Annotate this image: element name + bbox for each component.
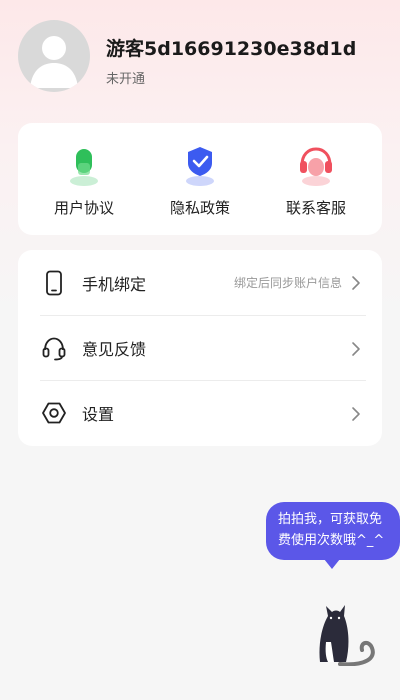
- contact-support-label: 联系客服: [285, 198, 346, 217]
- avatar[interactable]: [18, 20, 90, 92]
- cat-icon[interactable]: [312, 586, 382, 667]
- phone-icon: [40, 269, 68, 297]
- chevron-right-icon: [352, 276, 360, 290]
- chevron-right-icon: [352, 407, 360, 421]
- privacy-policy-label: 隐私政策: [169, 198, 230, 217]
- feedback-label: 意见反馈: [82, 340, 147, 359]
- privacy-policy-button[interactable]: 隐私政策: [150, 141, 250, 218]
- mascot-speech-bubble[interactable]: 拍拍我，可获取免费使用次数哦^_^: [266, 502, 400, 569]
- headphones-icon: [40, 334, 68, 362]
- settings-label: 设置: [82, 405, 115, 424]
- user-agreement-icon: [59, 141, 109, 189]
- membership-status: 未开通: [106, 72, 146, 87]
- phone-binding-hint: 绑定后同步账户信息: [233, 276, 342, 290]
- menu-item-feedback[interactable]: 意见反馈: [40, 315, 366, 380]
- user-agreement-button[interactable]: 用户协议: [34, 141, 134, 218]
- phone-binding-label: 手机绑定: [82, 274, 147, 294]
- user-agreement-label: 用户协议: [53, 198, 114, 217]
- menu-item-phone-binding[interactable]: 手机绑定 绑定后同步账户信息: [40, 250, 366, 315]
- settings-menu-card: 手机绑定 绑定后同步账户信息 意见反馈 设置: [18, 250, 382, 446]
- chevron-right-icon: [352, 342, 360, 356]
- default-avatar-icon: [30, 36, 78, 88]
- profile-header: 游客5d16691230e38d1d 未开通: [18, 20, 388, 96]
- quick-actions-card: 用户协议 隐私政策 联系客服: [18, 123, 382, 235]
- menu-item-settings[interactable]: 设置: [40, 380, 366, 445]
- shield-check-icon: [175, 141, 225, 189]
- username: 游客5d16691230e38d1d: [106, 38, 357, 60]
- contact-support-button[interactable]: 联系客服: [266, 141, 366, 218]
- hexagon-settings-icon: [40, 399, 68, 427]
- headset-support-icon: [291, 141, 341, 189]
